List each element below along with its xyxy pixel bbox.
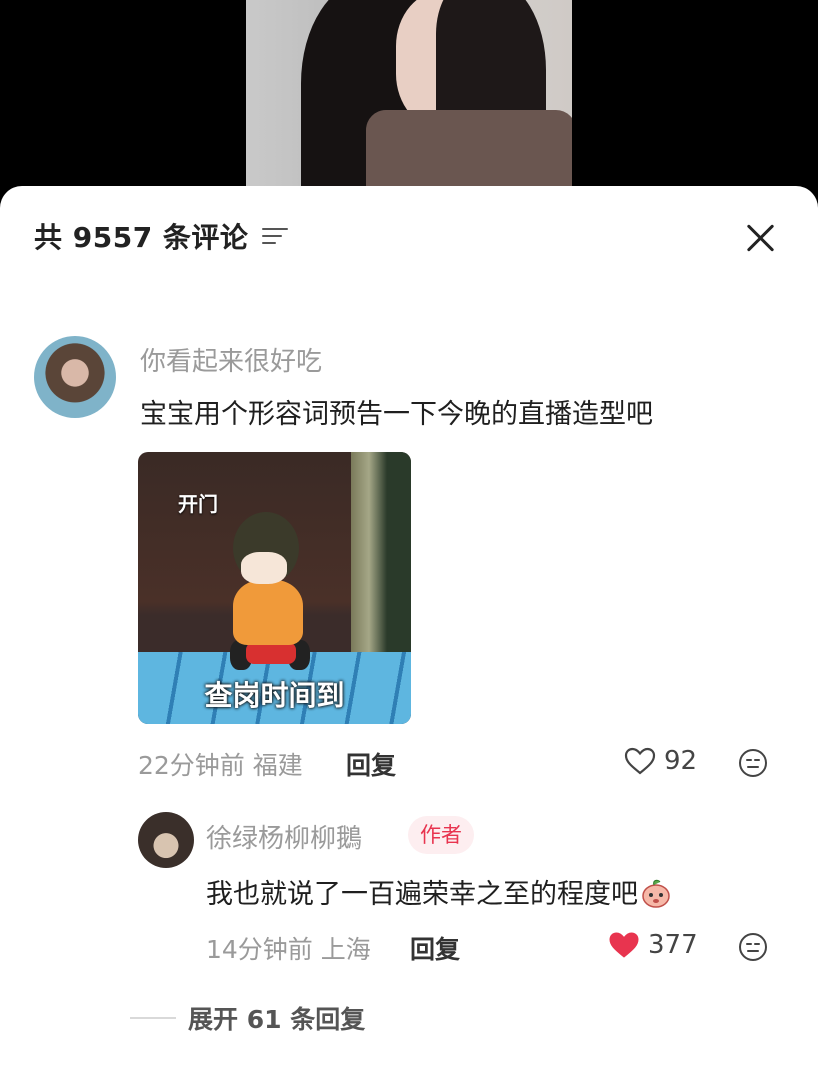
reply-reply-button[interactable]: 回复 [410,930,460,966]
comment-meta: 22分钟前 福建 [138,746,303,782]
reply-text: 我也就说了一百遍荣幸之至的程度吧 [206,872,672,911]
sort-icon[interactable] [262,225,289,247]
comment-location: 福建 [252,751,303,780]
avatar[interactable] [34,336,116,418]
reply-meta: 14分钟前 上海 [206,930,371,966]
emoji-reaction-icon[interactable] [738,748,768,778]
expand-replies-button[interactable]: 展开 61 条回复 [130,1000,365,1036]
comments-sheet: 共 9557 条评论 你看起来很好吃 宝宝用个形容词预告一下今晚的直播造型吧 开… [0,186,818,1080]
like-button[interactable]: 92 [624,746,697,776]
comment-count-title: 共 9557 条评论 [34,221,249,254]
comment-text: 宝宝用个形容词预告一下今晚的直播造型吧 [140,399,653,430]
reply-emoji-reaction-icon[interactable] [738,932,768,962]
close-icon[interactable] [742,220,778,256]
author-badge: 作者 [408,816,474,854]
video-background [0,0,818,200]
reply-like-count: 377 [648,930,698,960]
reply-text-content: 我也就说了一百遍荣幸之至的程度吧 [206,879,638,910]
heart-filled-icon [609,932,639,958]
peach-emoji-icon [642,879,670,908]
reply-location: 上海 [320,935,371,964]
comment-sticker-image[interactable]: 开门 查岗时间到 [138,452,411,724]
sticker-caption-top: 开门 [178,492,218,516]
expand-replies-label: 展开 61 条回复 [188,1005,366,1034]
reply-username[interactable]: 徐绿杨柳柳鵝 [206,818,362,855]
comments-header: 共 9557 条评论 [34,216,289,256]
video-frame[interactable] [246,0,572,200]
heart-outline-icon [624,747,656,775]
reply-button[interactable]: 回复 [346,746,396,782]
reply-like-button[interactable]: 377 [608,930,698,960]
comment-time: 22分钟前 [138,751,245,780]
expand-divider [130,1017,176,1019]
sticker-caption-bottom: 查岗时间到 [204,679,345,712]
reply-time: 14分钟前 [206,935,313,964]
reply-avatar[interactable] [138,812,194,868]
comment-username[interactable]: 你看起来很好吃 [140,341,322,378]
like-count: 92 [664,746,698,776]
